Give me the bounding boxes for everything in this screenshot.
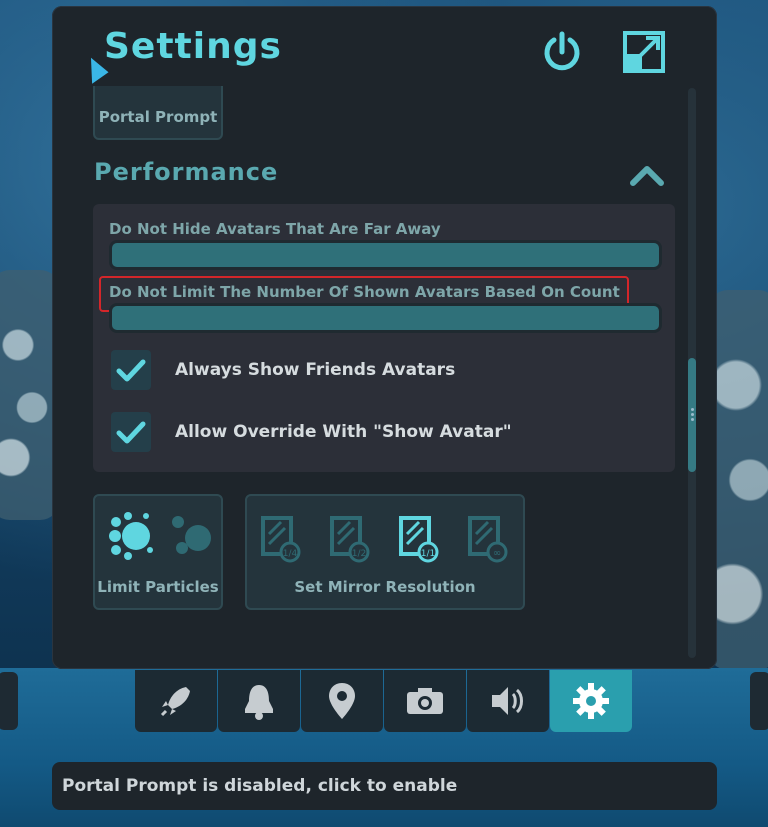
background-foliage-right (708, 290, 768, 670)
always-show-friends-checkbox[interactable] (111, 350, 151, 390)
bell-icon (245, 685, 273, 720)
mirror-resolution-label: Set Mirror Resolution (294, 578, 476, 596)
settings-scroll-area[interactable]: Portal Prompt Performance Do Not Hide Av… (52, 86, 692, 666)
camera-icon (407, 688, 443, 714)
hide-far-avatars-slider[interactable] (109, 240, 662, 270)
mirror-quarter-icon[interactable]: 1/4 (259, 514, 303, 564)
scrollbar-grip-icon (691, 406, 694, 423)
performance-options-box: Do Not Hide Avatars That Are Far Away Do… (93, 204, 675, 472)
background-foliage-left (0, 270, 60, 520)
portal-prompt-tile[interactable]: Portal Prompt (93, 86, 223, 140)
nav-audio-button[interactable] (467, 670, 549, 732)
mirror-option-label: 1/2 (352, 549, 366, 559)
mirror-option-label: 1/4 (283, 549, 298, 559)
particles-icon (109, 512, 211, 560)
allow-override-checkbox[interactable] (111, 412, 151, 452)
location-pin-icon (329, 683, 355, 719)
limit-particles-label: Limit Particles (97, 578, 219, 596)
side-tab-right[interactable] (750, 672, 768, 730)
mirror-resolution-tile[interactable]: 1/4 1/2 1/1 ∞ Set Mirror Resolution (245, 494, 525, 610)
nav-notifications-button[interactable] (218, 670, 300, 732)
nav-settings-button[interactable] (550, 670, 632, 732)
checkmark-icon (116, 359, 146, 382)
checkmark-icon (116, 421, 146, 444)
speaker-icon (492, 687, 523, 715)
settings-panel: Settings Portal Prompt Performance Do No… (52, 6, 717, 669)
limit-avatar-count-label: Do Not Limit The Number Of Shown Avatars… (109, 283, 620, 301)
always-show-friends-label: Always Show Friends Avatars (175, 360, 456, 380)
limit-particles-tile[interactable]: Limit Particles (93, 494, 223, 610)
mirror-option-label: ∞ (493, 548, 501, 559)
status-bar[interactable]: Portal Prompt is disabled, click to enab… (52, 762, 717, 810)
nav-camera-button[interactable] (384, 670, 466, 732)
status-message: Portal Prompt is disabled, click to enab… (62, 776, 458, 796)
power-icon (544, 31, 580, 71)
page-title: Settings (104, 26, 282, 67)
mirror-full-icon[interactable]: 1/1 (397, 514, 441, 564)
gear-icon (573, 683, 609, 719)
expand-button[interactable] (622, 30, 666, 74)
performance-section-title: Performance (94, 158, 279, 186)
limit-avatar-count-slider[interactable] (109, 303, 662, 333)
expand-icon (623, 31, 665, 73)
mirror-half-icon[interactable]: 1/2 (328, 514, 372, 564)
rocket-icon (160, 687, 190, 717)
mirror-infinite-icon[interactable]: ∞ (466, 514, 510, 564)
mirror-option-label: 1/1 (421, 549, 435, 559)
settings-header: Settings (52, 6, 717, 86)
portal-prompt-label: Portal Prompt (98, 108, 218, 126)
power-button[interactable] (540, 30, 584, 74)
nav-location-button[interactable] (301, 670, 383, 732)
hide-far-avatars-label: Do Not Hide Avatars That Are Far Away (109, 220, 441, 238)
chevron-up-icon[interactable] (630, 164, 664, 186)
allow-override-label: Allow Override With "Show Avatar" (175, 422, 512, 442)
side-tab-left[interactable] (0, 672, 18, 730)
nav-launch-button[interactable] (135, 670, 217, 732)
